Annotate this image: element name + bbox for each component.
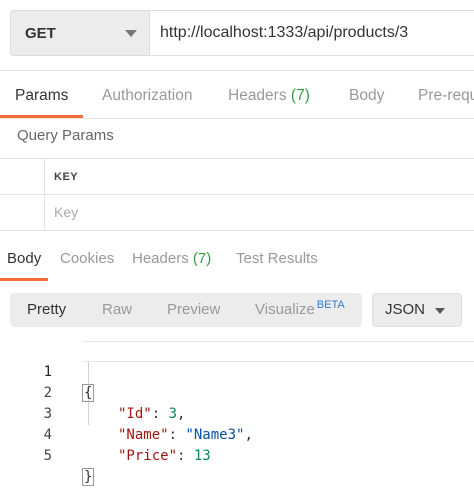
tab-pre-request[interactable]: Pre-requ [418,70,474,120]
format-preview[interactable]: Preview [167,293,220,327]
language-select[interactable]: JSON [372,293,462,327]
tab-response-headers[interactable]: Headers (7) [132,240,211,280]
language-label: JSON [385,301,426,318]
url-text: http://localhost:1333/api/products/3 [160,24,409,41]
url-input[interactable]: http://localhost:1333/api/products/3 [150,10,474,56]
key-input[interactable]: Key [54,204,78,220]
tab-label: Body [7,250,42,267]
format-visualize[interactable]: Visualize BETA [255,293,345,327]
query-params-title: Query Params [17,127,114,144]
format-label: Pretty [27,301,67,318]
code-line: 5 } [0,425,474,486]
chevron-down-icon [435,308,445,314]
tab-test-results[interactable]: Test Results [236,240,318,280]
tab-headers[interactable]: Headers (7) [228,70,310,120]
column-divider [44,159,45,231]
chevron-down-icon [125,30,137,37]
tab-label: Headers [132,250,189,267]
code-line: 3 "Name": "Name3", [0,383,474,443]
brace-close: } [82,468,95,486]
tab-label: Params [15,87,69,104]
beta-badge: BETA [316,299,345,311]
format-toolbar: Pretty Raw Preview Visualize BETA [10,293,362,327]
key-column-header: KEY [54,171,79,183]
tab-body[interactable]: Body [349,70,384,120]
json-value: 13 [193,448,211,464]
response-code-viewer[interactable]: 1 { 2 "Id": 3, 3 "Name": "Name3", 4 "Pri… [0,338,474,486]
tab-label: Test Results [236,250,318,267]
tab-label: Authorization [102,87,193,104]
format-label: Visualize [255,301,315,318]
format-raw[interactable]: Raw [102,293,132,327]
json-key: "Price" [118,448,178,464]
code-line: 4 "Price": 13 [0,404,474,464]
tab-authorization[interactable]: Authorization [102,70,192,120]
tab-cookies[interactable]: Cookies [60,240,114,280]
response-tabs: Body Cookies Headers (7) Test Results [0,240,474,281]
query-params-table: KEY Key [0,158,474,231]
tab-label: Cookies [60,250,115,267]
line-number: 5 [43,448,52,464]
tab-label: Headers [228,87,287,104]
tab-count-badge: (7) [192,250,212,267]
method-label: GET [25,24,56,42]
divider [0,118,474,119]
tab-params[interactable]: Params [15,70,68,120]
format-label: Raw [102,301,133,318]
tab-label: Body [349,87,385,104]
format-label: Preview [167,301,221,318]
method-select[interactable]: GET [10,10,150,56]
active-tab-indicator [0,278,48,281]
tab-label: Pre-requ [418,87,474,104]
code-line: 2 "Id": 3, [0,362,474,422]
table-header-row: KEY [0,159,474,195]
tab-count-badge: (7) [290,87,310,104]
request-bar: GET http://localhost:1333/api/products/3 [10,10,474,56]
tab-response-body[interactable]: Body [7,240,41,280]
table-row[interactable]: Key [0,195,474,231]
format-pretty[interactable]: Pretty [27,293,66,327]
request-tabs: Params Authorization Headers (7) Body Pr… [0,70,474,120]
code-line: 1 { [0,341,474,402]
